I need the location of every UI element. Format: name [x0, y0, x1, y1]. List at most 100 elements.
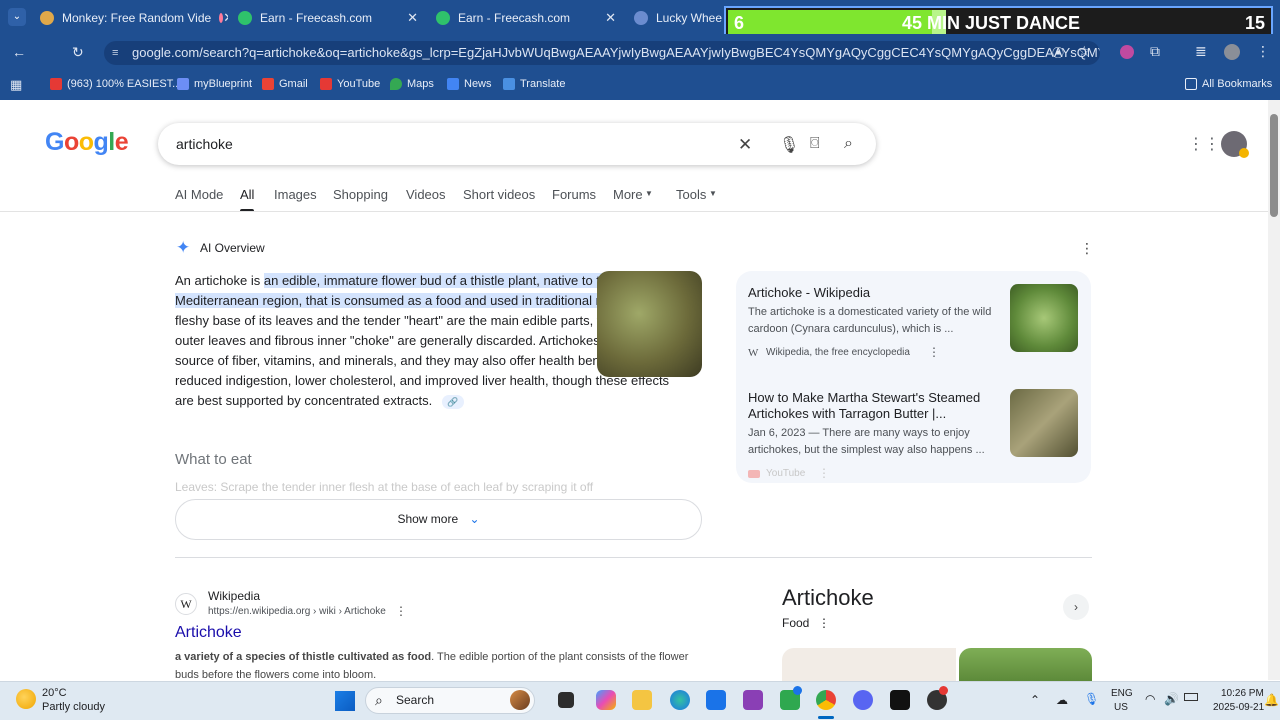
tab-title: Lucky Wheel [656, 11, 722, 25]
source-card-wikipedia[interactable]: Artichoke - Wikipedia The artichoke is a… [748, 283, 1081, 363]
close-tab-icon[interactable]: ✕ [407, 10, 418, 26]
tab-freecash-2[interactable]: Earn - Freecash.com ✕ [428, 5, 624, 31]
tab-search-button[interactable]: ⌄ [8, 8, 26, 26]
file-explorer-icon[interactable] [632, 690, 652, 710]
wifi-icon[interactable]: ◠ [1145, 692, 1155, 706]
close-tab-icon[interactable]: ✕ [605, 10, 616, 26]
extension-u-icon[interactable] [1120, 45, 1134, 59]
bookmark-maps[interactable]: Maps [390, 78, 434, 90]
location-icon[interactable]: ⦿ [1052, 44, 1064, 61]
bookmark-label: Maps [407, 78, 434, 90]
onedrive-icon[interactable]: ☁ [1056, 693, 1068, 707]
knowledge-panel-image-2[interactable] [959, 648, 1092, 681]
knowledge-panel-menu-icon[interactable]: ⋮ [818, 616, 830, 630]
scrollbar-thumb[interactable] [1270, 114, 1278, 217]
monkey-favicon-icon [40, 11, 54, 25]
google-apps-icon[interactable]: ⋮⋮ [1188, 134, 1220, 154]
tab-lucky-wheel[interactable]: Lucky Wheel [626, 5, 722, 31]
media-controls-icon[interactable]: ≣ [1195, 43, 1207, 60]
result-menu-icon[interactable]: ⋮ [395, 604, 407, 618]
chrome-icon[interactable] [816, 690, 836, 710]
clock-date[interactable]: 2025-09-21 [1213, 702, 1264, 713]
site-info-icon[interactable]: ≡ [112, 41, 118, 65]
bookmark-news[interactable]: News [447, 78, 492, 90]
youtube-icon [320, 78, 332, 90]
capcut-icon[interactable] [890, 690, 910, 710]
bookmark-gmail[interactable]: Gmail [262, 78, 308, 90]
app-icon[interactable] [743, 690, 763, 710]
menu-icon[interactable]: ⋮ [1256, 43, 1270, 60]
lens-icon[interactable]: ⌼ [810, 135, 820, 153]
battery-icon[interactable] [1184, 693, 1198, 701]
source-menu-icon[interactable]: ⋮ [818, 466, 830, 480]
wikipedia-favicon-icon: W [175, 593, 197, 615]
tab-videos[interactable]: Videos [406, 187, 446, 202]
apps-grid-icon[interactable]: ▦ [10, 77, 22, 93]
result-title-link[interactable]: Artichoke [175, 624, 242, 642]
microphone-icon[interactable]: 🎙 [1084, 692, 1099, 706]
region-indicator[interactable]: US [1114, 702, 1128, 713]
tab-tools[interactable]: Tools [676, 187, 706, 202]
google-logo[interactable]: Google [45, 128, 129, 157]
bookmark-myblueprint[interactable]: myBlueprint [177, 78, 252, 90]
back-icon[interactable]: ← [12, 44, 26, 60]
weather-temperature[interactable]: 20°C [42, 687, 67, 699]
windows-start-icon[interactable] [335, 691, 355, 711]
tab-all[interactable]: All [240, 187, 254, 202]
language-indicator[interactable]: ENG [1111, 688, 1133, 699]
tab-ai-mode[interactable]: AI Mode [175, 187, 223, 202]
profile-avatar[interactable] [1224, 44, 1240, 60]
chevron-right-icon[interactable]: › [1063, 594, 1089, 620]
tab-monkey[interactable]: Monkey: Free Random Vide ✕ [32, 5, 228, 31]
bookmark-label: (963) 100% EASIEST... [67, 78, 182, 90]
task-view-icon[interactable] [558, 692, 574, 708]
discord-icon[interactable] [853, 690, 873, 710]
clear-search-icon[interactable]: ✕ [738, 135, 752, 155]
source-meta: Wikipedia, the free encyclopedia [766, 347, 910, 358]
volume-icon[interactable]: 🔊 [1164, 692, 1179, 706]
source-menu-icon[interactable]: ⋮ [928, 345, 940, 359]
tray-overflow-icon[interactable]: ⌃ [1030, 693, 1040, 707]
tab-short-videos[interactable]: Short videos [463, 187, 535, 202]
show-more-button[interactable]: Show more ⌄ [175, 499, 702, 540]
search-icon: ⌕ [375, 692, 383, 708]
news-icon [447, 78, 459, 90]
edge-icon[interactable] [670, 690, 690, 710]
notifications-icon[interactable]: 🔔 [1264, 693, 1279, 707]
copilot-widget-icon[interactable] [510, 690, 530, 710]
search-icon[interactable]: ⌕ [844, 135, 853, 153]
tab-forums[interactable]: Forums [552, 187, 596, 202]
result-snippet: a variety of a species of thistle cultiv… [175, 648, 695, 684]
gmail-icon [262, 78, 274, 90]
store-icon[interactable] [706, 690, 726, 710]
source-title: How to Make Martha Stewart's Steamed Art… [748, 390, 981, 421]
search-input[interactable]: artichoke [176, 136, 233, 152]
result-url: https://en.wikipedia.org › wiki › Artich… [208, 606, 386, 617]
bookmark-translate[interactable]: Translate [503, 78, 565, 90]
all-bookmarks[interactable]: All Bookmarks [1185, 78, 1272, 90]
bookmark-label: YouTube [337, 78, 381, 90]
close-tab-icon[interactable]: ✕ [223, 10, 228, 26]
voice-search-icon[interactable]: 🎙 [779, 135, 799, 155]
bookmark-youtube-video[interactable]: (963) 100% EASIEST... [50, 78, 181, 90]
extensions-icon[interactable]: ⧉ [1150, 43, 1160, 60]
search-box[interactable]: artichoke ✕ 🎙 ⌼ ⌕ [158, 123, 876, 165]
source-card-youtube[interactable]: How to Make Martha Stewart's Steamed Art… [748, 388, 1081, 480]
overlay-title: 45 MIN JUST DANCE [902, 13, 1081, 33]
tab-shopping[interactable]: Shopping [333, 187, 388, 202]
reload-icon[interactable]: ↻ [72, 44, 84, 61]
tab-more[interactable]: More [613, 187, 643, 202]
account-alert-icon [1239, 148, 1249, 158]
weather-description[interactable]: Partly cloudy [42, 701, 105, 713]
copilot-icon[interactable] [596, 690, 616, 710]
clock-time[interactable]: 10:26 PM [1221, 688, 1264, 699]
tab-freecash-1[interactable]: Earn - Freecash.com ✕ [230, 5, 426, 31]
knowledge-panel-image-1[interactable] [782, 648, 956, 681]
address-bar[interactable]: ≡ google.com/search?q=artichoke&oq=artic… [104, 41, 1100, 65]
bookmark-star-icon[interactable]: ☆ [1078, 43, 1091, 60]
ai-overview-menu-icon[interactable]: ⋮ [1080, 240, 1094, 257]
citation-link-icon[interactable]: 🔗 [441, 394, 464, 409]
bookmark-youtube[interactable]: YouTube [320, 78, 380, 90]
tab-images[interactable]: Images [274, 187, 317, 202]
artichoke-image[interactable] [597, 271, 702, 377]
